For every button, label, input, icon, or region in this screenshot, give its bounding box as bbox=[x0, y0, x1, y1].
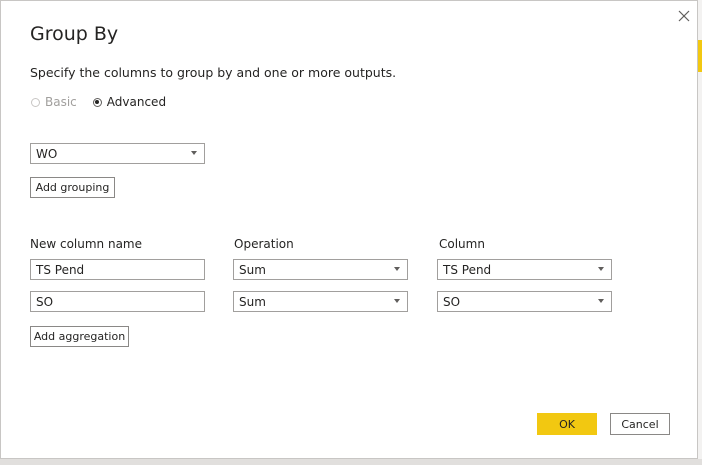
column-select[interactable]: SO bbox=[437, 291, 612, 312]
grouping-column-select[interactable]: WO bbox=[30, 143, 205, 164]
close-icon bbox=[678, 10, 690, 22]
cancel-button[interactable]: Cancel bbox=[610, 413, 670, 435]
close-button[interactable] bbox=[673, 5, 695, 27]
radio-basic-label: Basic bbox=[45, 95, 77, 109]
new-column-name-input[interactable]: SO bbox=[30, 291, 205, 312]
operation-value: Sum bbox=[239, 294, 266, 309]
header-operation: Operation bbox=[234, 237, 294, 251]
chevron-down-icon bbox=[598, 267, 604, 271]
add-grouping-button[interactable]: Add grouping bbox=[30, 177, 115, 198]
new-column-name-input[interactable]: TS Pend bbox=[30, 259, 205, 280]
new-column-name-value: TS Pend bbox=[36, 262, 85, 277]
column-value: TS Pend bbox=[443, 262, 492, 277]
radio-advanced-circle-icon bbox=[92, 97, 102, 107]
mode-radio-group: Basic Advanced bbox=[31, 95, 182, 109]
radio-basic[interactable]: Basic bbox=[31, 95, 77, 109]
column-value: SO bbox=[443, 294, 461, 309]
header-new-column-name: New column name bbox=[30, 237, 143, 251]
new-column-name-value: SO bbox=[36, 294, 54, 309]
operation-select[interactable]: Sum bbox=[233, 291, 408, 312]
radio-basic-circle-icon bbox=[31, 97, 40, 107]
header-column: Column bbox=[439, 237, 485, 251]
ok-button[interactable]: OK bbox=[537, 413, 597, 435]
background-app-bottom bbox=[0, 459, 702, 465]
grouping-column-value: WO bbox=[36, 146, 58, 161]
radio-advanced[interactable]: Advanced bbox=[92, 95, 167, 109]
dialog-subtitle: Specify the columns to group by and one … bbox=[30, 65, 397, 80]
column-select[interactable]: TS Pend bbox=[437, 259, 612, 280]
add-aggregation-button[interactable]: Add aggregation bbox=[30, 326, 129, 347]
radio-advanced-label: Advanced bbox=[106, 95, 167, 109]
background-accent-strip bbox=[698, 40, 702, 72]
chevron-down-icon bbox=[394, 299, 400, 303]
chevron-down-icon bbox=[394, 267, 400, 271]
group-by-dialog: Group By Specify the columns to group by… bbox=[0, 0, 698, 459]
dialog-title: Group By bbox=[30, 23, 119, 45]
operation-value: Sum bbox=[239, 262, 266, 277]
operation-select[interactable]: Sum bbox=[233, 259, 408, 280]
chevron-down-icon bbox=[598, 299, 604, 303]
chevron-down-icon bbox=[191, 151, 197, 155]
